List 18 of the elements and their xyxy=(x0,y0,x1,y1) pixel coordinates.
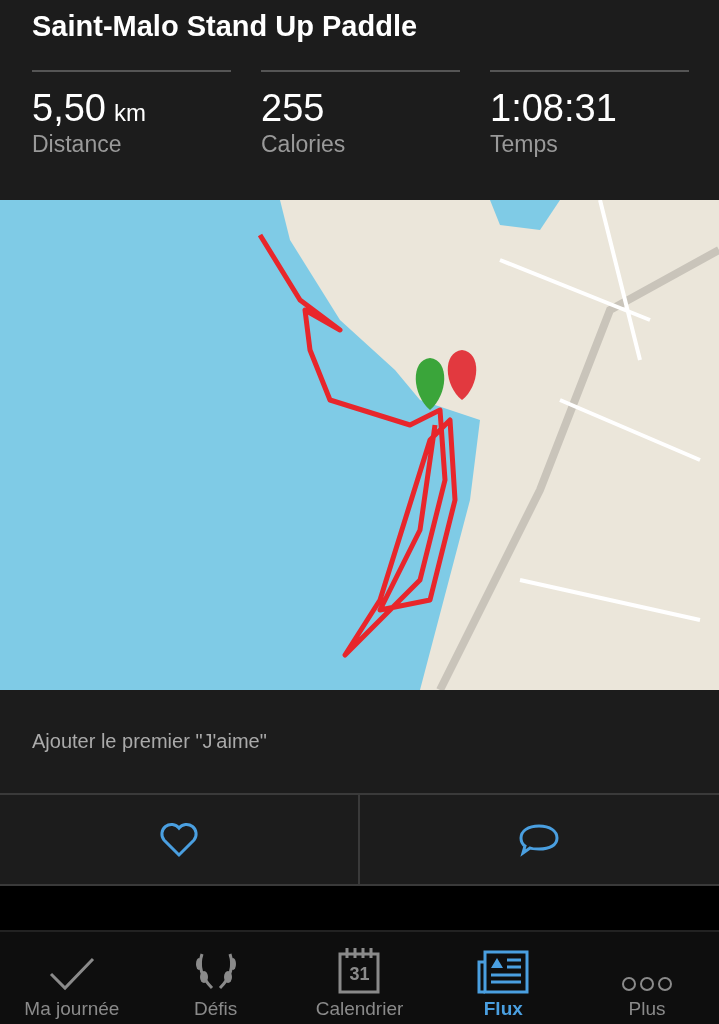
more-icon xyxy=(621,974,674,994)
tab[interactable]: Défis xyxy=(143,932,288,1024)
stat-value: 255 xyxy=(261,86,325,130)
heart-icon xyxy=(158,821,199,858)
tab[interactable]: Ma journée xyxy=(0,932,144,1024)
stat-unit: km xyxy=(113,99,146,127)
stat-value: 5,50 xyxy=(32,86,106,130)
like-button[interactable] xyxy=(0,795,360,886)
stat-label: Distance xyxy=(32,130,122,158)
stat-label: Temps xyxy=(490,130,558,158)
stat-value: 1:08:31 xyxy=(490,86,617,130)
activity-title: Saint-Malo Stand Up Paddle xyxy=(32,9,419,44)
tab[interactable]: Plus xyxy=(575,932,719,1024)
newspaper-icon xyxy=(477,950,530,994)
tab[interactable]: Flux xyxy=(431,932,576,1024)
stat-label: Calories xyxy=(261,130,346,158)
likes-prompt: Ajouter le premier "J'aime" xyxy=(32,730,267,753)
tab[interactable]: 31 Calendrier xyxy=(287,932,432,1024)
